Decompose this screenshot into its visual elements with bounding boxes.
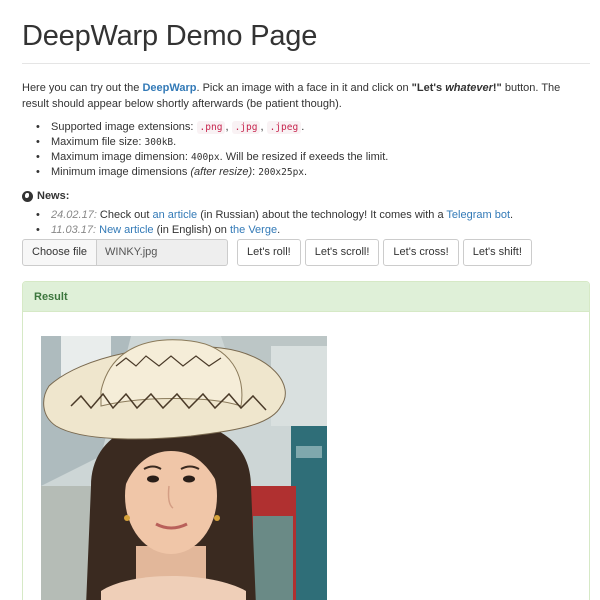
telegram-bot-link[interactable]: Telegram bot [446,209,510,221]
news-heading: News: [22,190,590,202]
news-date: 11.03.17: [51,224,97,236]
intro-text-1: Here you can try out the [22,82,143,94]
the-verge-link[interactable]: the Verge [230,224,277,236]
max-dimension-value: 400px [191,152,220,163]
intro-quote: "Let's whatever!" [411,82,502,94]
min-dimension-value: 200x25px [258,167,305,178]
list-item-extensions: Supported image extensions: .png, .jpg, … [36,120,590,135]
article-link[interactable]: an article [153,209,198,221]
result-panel: Result [22,281,590,600]
result-image [41,336,327,600]
new-article-link[interactable]: New article [99,224,153,236]
ext-jpg: .jpg [231,121,261,134]
news-list: 24.02.17: Check out an article (in Russi… [36,208,590,238]
globe-icon [22,190,33,202]
page-title: DeepWarp Demo Page [22,20,318,52]
intro-paragraph: Here you can try out the DeepWarp. Pick … [22,80,588,112]
lets-scroll-button[interactable]: Let's scroll! [304,239,380,266]
ext-jpeg: .jpeg [266,121,302,134]
page-container: DeepWarp Demo Page Here you can try out … [22,0,590,600]
result-heading: Result [23,282,589,312]
list-item-min-dimensions: Minimum image dimensions (after resize):… [36,165,590,180]
news-item: 24.02.17: Check out an article (in Russi… [36,208,590,223]
deepwarp-link[interactable]: DeepWarp [142,82,196,94]
ext-png: .png [196,121,226,134]
requirements-list: Supported image extensions: .png, .jpg, … [36,120,590,180]
news-item: 11.03.17: New article (in English) on th… [36,223,590,238]
list-item-max-dimension: Maximum image dimension: 400px. Will be … [36,150,590,165]
intro-text-2: . Pick an image with a face in it and cl… [196,82,412,94]
lets-shift-button[interactable]: Let's shift! [462,239,532,266]
lets-cross-button[interactable]: Let's cross! [383,239,459,266]
lets-roll-button[interactable]: Let's roll! [237,239,301,266]
controls-bar: Choose file WINKY.jpg Let's roll! Let's … [22,239,532,266]
file-size-value: 300kB [144,137,174,148]
file-name-field[interactable]: WINKY.jpg [97,239,229,266]
title-divider [22,63,590,64]
news-date: 24.02.17: [51,209,97,221]
choose-file-button[interactable]: Choose file [22,239,98,266]
list-item-file-size: Maximum file size: 300kB. [36,135,590,150]
